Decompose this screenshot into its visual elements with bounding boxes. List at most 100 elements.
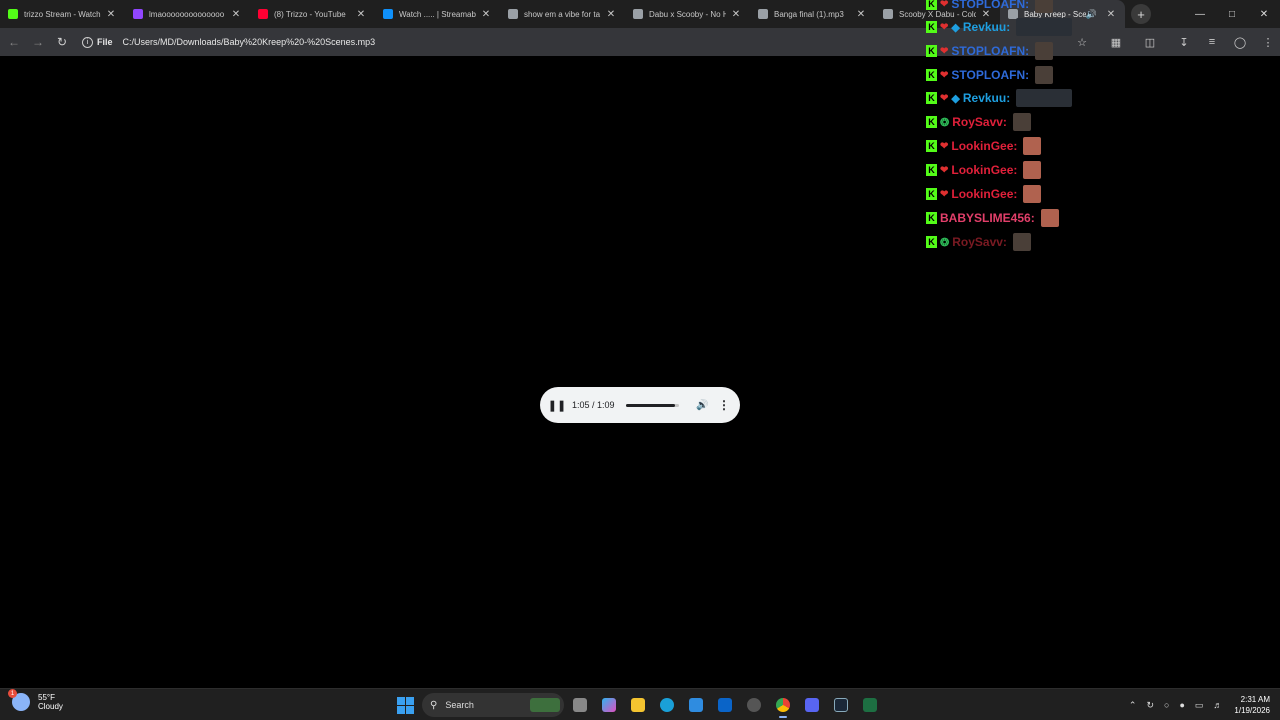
network-icon[interactable]: ▭ — [1195, 700, 1204, 711]
chat-username[interactable]: LookinGee: — [951, 187, 1017, 201]
profile-icon[interactable]: ◯ — [1228, 30, 1252, 54]
youtube-icon — [258, 9, 268, 19]
chat-username[interactable]: LookinGee: — [951, 163, 1017, 177]
globe-icon — [758, 9, 768, 19]
emote-icon — [1012, 233, 1031, 251]
tab-title: show em a vibe for ta — [524, 9, 601, 19]
sync-icon[interactable]: ↻ — [1146, 700, 1154, 711]
chat-username[interactable]: STOPLOAFN: — [951, 68, 1029, 82]
browser-tab[interactable]: trizzo Stream - Watch ✕ — [0, 0, 125, 28]
chrome-icon[interactable] — [770, 692, 796, 718]
browser-toolbar: ← → ↻ i File C:/Users/MD/Downloads/Baby%… — [0, 28, 1280, 56]
diamond-badge-icon: ◆ — [951, 21, 960, 34]
maximize-icon[interactable]: □ — [1216, 0, 1248, 28]
browser-tab[interactable]: lmaoooooooooooooo ✕ — [125, 0, 250, 28]
clock[interactable]: 2:31 AM 1/19/2026 — [1234, 694, 1270, 716]
browser-tab[interactable]: Dabu x Scooby - No H ✕ — [625, 0, 750, 28]
menu-icon[interactable]: ⋮ — [1256, 30, 1280, 54]
chat-username[interactable]: Revkuu: — [963, 91, 1010, 105]
close-tab-icon[interactable]: ✕ — [230, 9, 242, 20]
outlook-icon[interactable] — [712, 692, 738, 718]
copilot-icon[interactable] — [596, 692, 622, 718]
close-tab-icon[interactable]: ✕ — [1105, 9, 1117, 20]
cloud-icon: 1 — [8, 689, 30, 711]
system-tray: ⌃ ↻ ○ ● ▭ ♬ 2:31 AM 1/19/2026 — [1119, 693, 1270, 717]
bookmark-star-icon[interactable]: ☆ — [1070, 30, 1094, 54]
chat-username[interactable]: LookinGee: — [951, 139, 1017, 153]
chat-message: K ❤ STOPLOAFN: — [926, 65, 1054, 85]
close-tab-icon[interactable]: ✕ — [730, 9, 742, 20]
discord-icon[interactable] — [799, 692, 825, 718]
info-icon[interactable]: i — [82, 36, 93, 48]
steam-icon[interactable] — [828, 692, 854, 718]
extensions-icon[interactable]: ▦ — [1104, 30, 1128, 54]
minimize-icon[interactable]: — — [1184, 0, 1216, 28]
media-viewer: ❚❚ 1:05 / 1:09 🔊 ⋮ — [0, 56, 1280, 688]
close-window-icon[interactable]: ✕ — [1248, 0, 1280, 28]
close-tab-icon[interactable]: ✕ — [480, 9, 492, 20]
diamond-badge-icon: ◆ — [951, 92, 960, 105]
more-options-icon[interactable]: ⋮ — [718, 398, 730, 412]
browser-tab[interactable]: Watch ..... | Streamable ✕ — [375, 0, 500, 28]
back-icon[interactable]: ← — [2, 30, 26, 54]
address-bar[interactable]: i File C:/Users/MD/Downloads/Baby%20Kree… — [82, 31, 375, 53]
edge-icon[interactable] — [654, 692, 680, 718]
seek-bar[interactable] — [626, 403, 679, 407]
media-control-icon[interactable]: ≡ — [1200, 30, 1224, 54]
browser-tab[interactable]: Banga final (1).mp3 ✕ — [750, 0, 875, 28]
close-tab-icon[interactable]: ✕ — [605, 9, 617, 20]
chat-username[interactable]: RoySavv: — [952, 115, 1007, 129]
store-icon[interactable] — [683, 692, 709, 718]
tab-title: lmaoooooooooooooo — [149, 9, 225, 19]
kick-badge-icon: K — [926, 21, 937, 33]
close-tab-icon[interactable]: ✕ — [855, 9, 867, 20]
close-tab-icon[interactable]: ✕ — [355, 9, 367, 20]
chat-message: K ❂ RoySavv: — [926, 112, 1031, 132]
chat-username[interactable]: Revkuu: — [963, 20, 1010, 34]
volume-icon[interactable]: 🔊 — [695, 400, 710, 411]
gear-badge-icon: ❂ — [940, 116, 950, 129]
vpn-icon[interactable]: ○ — [1164, 700, 1169, 710]
task-view-icon[interactable] — [567, 692, 593, 718]
split-view-icon[interactable]: ◫ — [1138, 30, 1162, 54]
capture-icon[interactable] — [741, 692, 767, 718]
close-tab-icon[interactable]: ✕ — [105, 9, 117, 20]
chat-username[interactable]: BABYSLIME456: — [940, 211, 1035, 225]
emote-icon — [1016, 18, 1073, 36]
kick-badge-icon: K — [926, 164, 937, 176]
chat-username[interactable]: STOPLOAFN: — [951, 0, 1029, 11]
window-controls: — □ ✕ — [1184, 0, 1280, 28]
browser-tab[interactable]: show em a vibe for ta ✕ — [500, 0, 625, 28]
kick-badge-icon: K — [926, 69, 937, 81]
weather-widget[interactable]: 1 55°F Cloudy — [8, 689, 63, 711]
start-button[interactable] — [394, 694, 416, 716]
mic-icon[interactable]: ● — [1179, 700, 1184, 710]
kick-badge-icon: K — [926, 188, 937, 200]
download-icon[interactable]: ↧ — [1172, 30, 1196, 54]
browser-tab[interactable]: (8) Trizzo - YouTube ✕ — [250, 0, 375, 28]
chat-username[interactable]: RoySavv: — [952, 235, 1007, 249]
speaker-icon[interactable]: 🔊 — [1086, 9, 1097, 20]
new-tab-button[interactable]: + — [1131, 4, 1151, 24]
url-text[interactable]: C:/Users/MD/Downloads/Baby%20Kreep%20-%2… — [123, 37, 376, 47]
emote-icon — [1035, 0, 1054, 13]
excel-icon[interactable] — [857, 692, 883, 718]
emote-icon — [1035, 42, 1054, 60]
file-explorer-icon[interactable] — [625, 692, 651, 718]
twitch-icon — [133, 9, 143, 19]
globe-icon — [633, 9, 643, 19]
weather-temp: 55°F — [38, 693, 55, 702]
chat-username[interactable]: STOPLOAFN: — [951, 44, 1029, 58]
kick-icon — [8, 9, 18, 19]
taskbar-search[interactable]: ⚲ Search — [422, 693, 564, 717]
kick-badge-icon: K — [926, 45, 937, 57]
pause-icon[interactable]: ❚❚ — [548, 398, 566, 412]
volume-tray-icon[interactable]: ♬ — [1213, 700, 1222, 710]
chevron-up-icon[interactable]: ⌃ — [1129, 700, 1137, 711]
chat-message: K ❤ ◆ Revkuu: — [926, 17, 1073, 37]
forward-icon[interactable]: → — [26, 30, 50, 54]
reload-icon[interactable]: ↻ — [50, 30, 74, 54]
kick-badge-icon: K — [926, 116, 937, 128]
gear-badge-icon: ❂ — [940, 236, 950, 249]
tab-strip: trizzo Stream - Watch ✕ lmaoooooooooooooo ✕… — [0, 0, 1280, 28]
